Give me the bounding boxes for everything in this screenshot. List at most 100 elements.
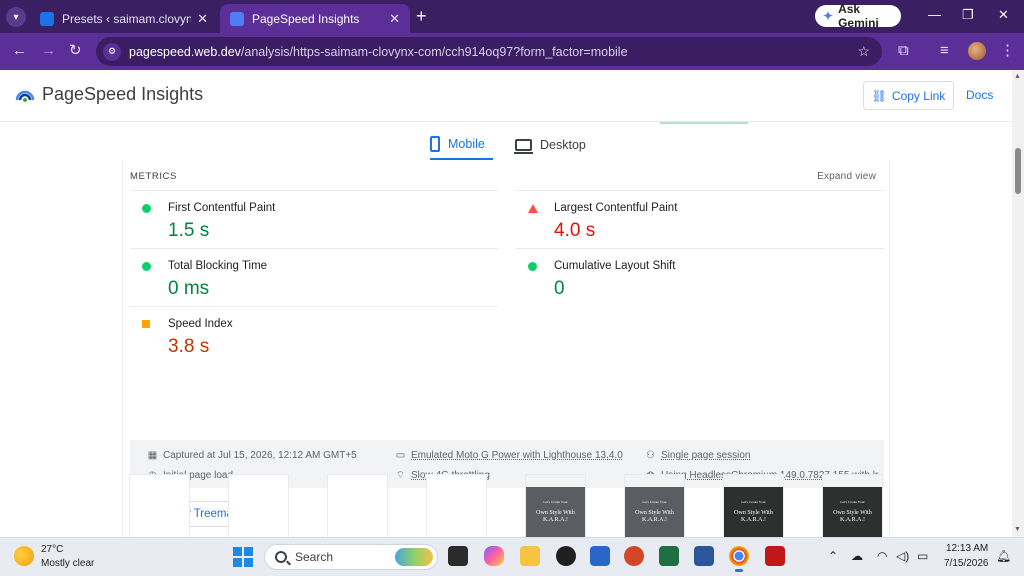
excel-icon[interactable] [659, 546, 679, 566]
metric-value: 0 [554, 278, 565, 299]
pagespeed-logo-icon[interactable] [15, 85, 35, 105]
tab-title: PageSpeed Insights [252, 11, 360, 26]
close-tab-icon[interactable]: ✕ [389, 11, 400, 27]
minimize-button[interactable]: — [928, 7, 941, 22]
weather-description[interactable]: Mostly clear [41, 558, 94, 569]
copilot-icon[interactable] [484, 546, 504, 566]
frame-header [724, 475, 783, 487]
tab-search-button[interactable]: ▾ [6, 7, 26, 27]
poor-status-icon [528, 204, 538, 213]
search-highlight-icon [395, 548, 433, 566]
metric-fcp: First Contentful Paint 1.5 s [130, 190, 498, 248]
chrome-taskbar-icon[interactable] [729, 546, 749, 572]
ask-gemini-button[interactable]: ✦ Ask Gemini [815, 2, 901, 30]
cloud-icon[interactable]: ☁ [851, 549, 863, 563]
profile-avatar[interactable] [968, 42, 986, 60]
mcafee-icon[interactable] [765, 546, 785, 566]
filmstrip-frame: Let's Create Your Own Style With K.A.R.A… [723, 474, 784, 537]
frame-header [526, 475, 585, 487]
metrics-heading: METRICS [130, 171, 177, 182]
tab-mobile-label: Mobile [448, 137, 485, 151]
weather-temperature[interactable]: 27°C [41, 544, 63, 555]
notifications-bell-icon[interactable]: 🔔︎ [996, 549, 1011, 563]
tab-pagespeed[interactable]: PageSpeed Insights ✕ [220, 4, 410, 33]
copy-link-label: Copy Link [891, 88, 946, 103]
device-info[interactable]: ▭ Emulated Moto G Power with Lighthouse … [395, 450, 623, 461]
metric-value: 4.0 s [554, 220, 596, 241]
metric-tbt: Total Blocking Time 0 ms [130, 248, 498, 306]
close-tab-icon[interactable]: ✕ [197, 11, 208, 27]
address-bar[interactable]: ⚙ pagespeed.web.dev/analysis/https-saima… [96, 37, 882, 66]
task-view-icon[interactable] [448, 546, 468, 566]
metric-name: Speed Index [168, 318, 233, 330]
psi-header: PageSpeed Insights ⛓ Copy Link Docs [0, 70, 1012, 122]
powerpoint-icon[interactable] [624, 546, 644, 566]
frame-hero-text: Let's Create Your Own Style With K.A.R.A… [536, 500, 575, 523]
session-info[interactable]: ⚇ Single page session [645, 450, 751, 461]
page-scrollbar[interactable]: ▲ ▼ [1012, 70, 1024, 537]
frame-hero-text: Let's Create Your Own Style With K.A.R.A… [734, 500, 773, 523]
show-hidden-icons[interactable]: ⌃ [828, 549, 838, 563]
wifi-tray-icon[interactable]: ◠ [877, 549, 887, 563]
tab-mobile[interactable]: Mobile [430, 130, 493, 160]
new-tab-button[interactable]: + [416, 6, 427, 27]
microsoft-store-icon[interactable] [590, 546, 610, 566]
scroll-down-icon[interactable]: ▼ [1014, 526, 1021, 533]
browser-toolbar: ← → ↻ ⚙ pagespeed.web.dev/analysis/https… [0, 33, 1024, 70]
ask-gemini-label: Ask Gemini [838, 2, 879, 30]
metric-name: Cumulative Layout Shift [554, 260, 676, 272]
laptop-icon: ▭ [395, 450, 406, 461]
good-status-icon [142, 204, 151, 213]
progress-strip [660, 122, 748, 124]
soccer-app-icon[interactable] [556, 546, 576, 566]
frame-header [823, 475, 882, 487]
taskbar-search[interactable]: Search [264, 544, 438, 570]
metric-value: 1.5 s [168, 220, 210, 241]
restore-button[interactable]: ❐ [962, 7, 974, 23]
chrome-menu-icon[interactable]: ⋮ [1000, 42, 1015, 60]
frame-header [625, 475, 684, 487]
windows-start-icon[interactable] [233, 547, 253, 567]
forward-arrow-icon[interactable]: → [41, 42, 56, 60]
word-icon[interactable] [694, 546, 714, 566]
scroll-thumb[interactable] [1015, 148, 1021, 194]
filmstrip-frame: Let's Create Your Own Style With K.A.R.A… [525, 474, 586, 537]
captured-info: ▦ Captured at Jul 15, 2026, 12:12 AM GMT… [147, 450, 357, 461]
calendar-icon: ▦ [147, 450, 158, 461]
url-path: /analysis/https-saimam-clovynx-com/cch91… [240, 44, 628, 59]
wifi-icon: ⌔ [395, 470, 406, 481]
battery-icon[interactable]: ▭ [917, 549, 928, 563]
tab-desktop[interactable]: Desktop [514, 130, 586, 160]
url-text[interactable]: pagespeed.web.dev/analysis/https-saimam-… [129, 45, 857, 59]
pagespeed-favicon-icon [230, 11, 244, 26]
close-window-button[interactable]: ✕ [998, 7, 1009, 23]
weather-moon-icon[interactable] [14, 546, 34, 566]
back-arrow-icon[interactable]: ← [12, 42, 27, 60]
filmstrip-frame [327, 474, 388, 537]
extensions-icon[interactable]: ⧉ [898, 42, 909, 60]
filmstrip-frame: Let's Create Your Own Style With K.A.R.A… [822, 474, 883, 537]
session-text: Single page session [661, 450, 751, 461]
gemini-sparkle-icon: ✦ [823, 9, 834, 23]
page-title[interactable]: PageSpeed Insights [42, 84, 203, 105]
wordpress-favicon-icon [40, 11, 54, 26]
bookmark-star-icon[interactable]: ☆ [857, 43, 870, 60]
filmstrip-frame [228, 474, 289, 537]
reload-icon[interactable]: ↻ [69, 42, 82, 60]
frame-hero-text: Let's Create Your Own Style With K.A.R.A… [833, 500, 872, 523]
metric-speed-index: Speed Index 3.8 s [130, 306, 498, 364]
expand-view-toggle[interactable]: Expand view [817, 171, 876, 182]
desktop-monitor-icon [514, 139, 533, 154]
clock-time[interactable]: 12:13 AM [946, 543, 988, 554]
site-info-icon[interactable]: ⚙ [103, 42, 121, 61]
volume-icon[interactable]: ◁) [896, 549, 909, 563]
scroll-up-icon[interactable]: ▲ [1014, 73, 1021, 80]
good-status-icon [528, 262, 537, 271]
media-controls-icon[interactable]: ≡ [940, 42, 949, 60]
file-explorer-icon[interactable] [520, 546, 540, 566]
tab-presets[interactable]: Presets ‹ saimam.clovynx.com — ✕ [30, 4, 218, 33]
docs-link[interactable]: Docs [966, 88, 993, 102]
tab-title: Presets ‹ saimam.clovynx.com — [62, 11, 192, 26]
copy-link-button[interactable]: ⛓ Copy Link [863, 81, 954, 110]
clock-date[interactable]: 7/15/2026 [944, 558, 989, 569]
